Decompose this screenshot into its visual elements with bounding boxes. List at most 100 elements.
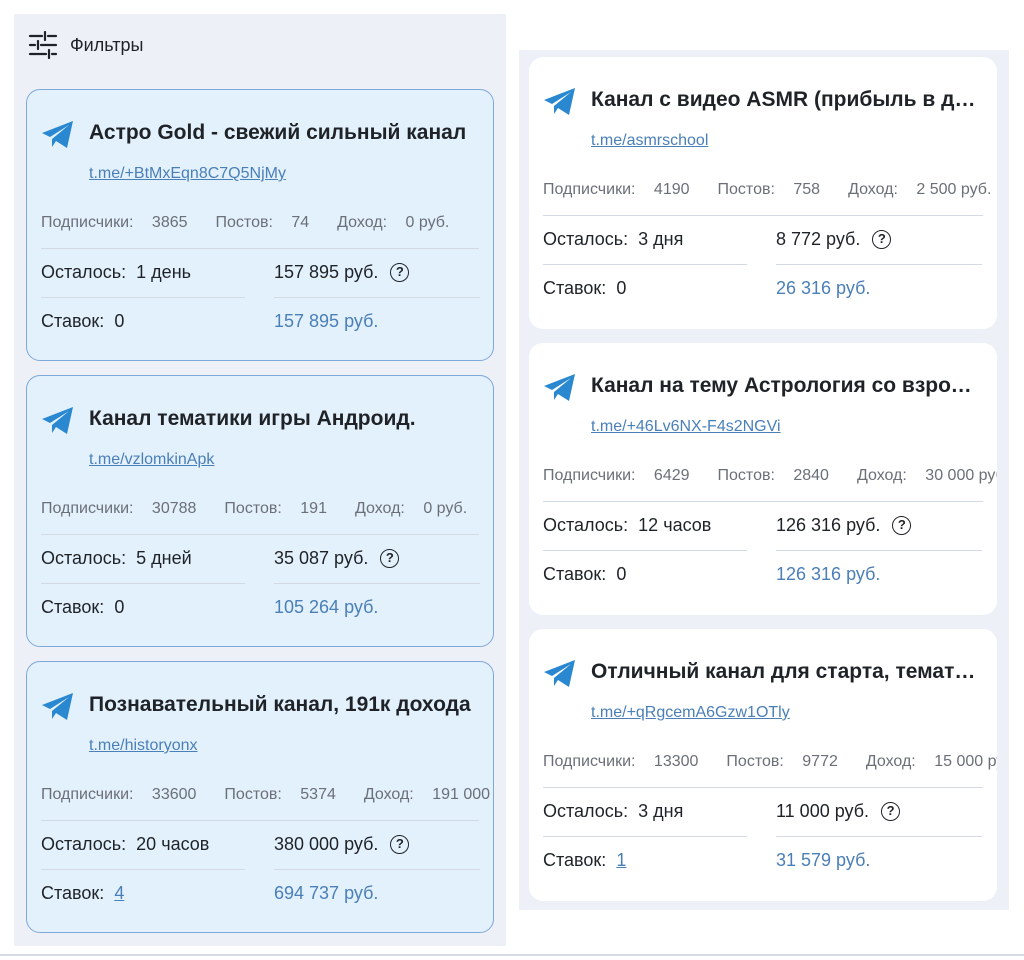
posts-stat: Постов: 2840 [718,467,843,484]
bids-label: Ставок: [543,850,607,870]
filters-button[interactable]: Фильтры [28,30,143,60]
current-price: 380 000 руб.? [274,834,410,855]
bids-link[interactable]: 1 [616,850,626,870]
remaining-value: 3 дня [638,229,684,249]
remaining-value: 12 часов [638,515,712,535]
time-remaining: Осталось: 3 дня [543,801,683,822]
channel-link[interactable]: t.me/+46Lv6NX-F4s2NGVi [591,418,781,436]
posts-stat: Постов: 74 [216,214,324,231]
price-value: 35 087 руб. [274,548,369,568]
bids-link[interactable]: 4 [114,883,124,903]
channel-link[interactable]: t.me/asmrschool [591,132,708,150]
bids-value: 0 [616,278,627,298]
channel-title: Канал на тему Астрология со взрослой ауд… [591,374,983,397]
posts-value: 5374 [300,786,336,803]
price-value: 126 316 руб. [776,515,881,535]
income-value: 0 руб. [423,500,468,517]
divider [41,583,245,584]
channel-link[interactable]: t.me/historyonx [89,737,197,755]
channel-link[interactable]: t.me/+qRgcemA6Gzw1OTly [591,704,790,722]
remaining-label: Осталось: [543,801,629,821]
sliders-icon [28,31,58,59]
remaining-label: Осталось: [543,515,629,535]
subscribers-stat: Подписчики: 33600 [41,786,210,803]
remaining-label: Осталось: [543,229,629,249]
channel-stats: Подписчики: 30788 Постов: 191 Доход: 0 руб… [41,500,493,518]
subscribers-label: Подписчики: [543,753,636,770]
channel-link[interactable]: t.me/+BtMxEqn8C7Q5NjMy [89,165,286,183]
current-price: 11 000 руб.? [776,801,901,822]
bid-price: 31 579 руб. [776,850,871,870]
telegram-icon [544,374,575,401]
remaining-label: Осталось: [41,548,127,568]
subscribers-value: 33600 [151,786,197,803]
posts-value: 74 [291,214,310,231]
subscribers-value: 3865 [151,214,188,231]
divider [543,501,983,502]
help-icon[interactable]: ? [892,516,912,535]
channel-card[interactable]: Канал с видео ASMR (прибыль в день) t.me… [529,57,997,329]
divider [776,836,982,837]
help-icon[interactable]: ? [390,263,410,282]
posts-stat: Постов: 5374 [224,786,349,803]
bids-value: 4 [114,883,124,903]
current-price: 126 316 руб.? [776,515,912,536]
income-stat: Доход: 0 руб. [355,500,481,517]
bids-count: Ставок: 4 [41,883,124,904]
channel-stats: Подписчики: 3865 Постов: 74 Доход: 0 руб. [41,214,477,232]
posts-label: Постов: [224,786,282,803]
time-remaining: Осталось: 5 дней [41,548,192,569]
divider [543,550,747,551]
price-value: 157 895 руб. [274,262,379,282]
telegram-icon [544,88,575,115]
bids-value: 1 [616,850,626,870]
income-stat: Доход: 30 000 руб. [857,467,997,484]
channel-link[interactable]: t.me/vzlomkinApk [89,451,214,469]
time-remaining: Осталось: 12 часов [543,515,711,536]
time-remaining: Осталось: 20 часов [41,834,209,855]
income-stat: Доход: 0 руб. [337,214,463,231]
channel-card[interactable]: Астро Gold - свежий сильный канал t.me/+… [26,89,494,361]
current-price: 8 772 руб.? [776,229,892,250]
subscribers-stat: Подписчики: 3865 [41,214,202,231]
income-stat: Доход: 2 500 руб. [848,181,997,198]
bids-label: Ставок: [543,564,607,584]
posts-label: Постов: [726,753,784,770]
income-value: 15 000 руб. [934,753,997,770]
bids-value: 0 [114,597,125,617]
income-label: Доход: [337,214,388,231]
channel-card[interactable]: Канал на тему Астрология со взрослой ауд… [529,343,997,615]
channel-card[interactable]: Канал тематики игры Андроид. t.me/vzlomk… [26,375,494,647]
bid-price: 105 264 руб. [274,597,379,617]
posts-stat: Постов: 758 [718,181,835,198]
subscribers-value: 13300 [653,753,699,770]
channel-stats: Подписчики: 13300 Постов: 9772 Доход: 15 0… [543,753,997,771]
telegram-icon [544,660,575,687]
time-remaining: Осталось: 1 день [41,262,191,283]
help-icon[interactable]: ? [380,549,400,568]
subscribers-label: Подписчики: [543,181,636,198]
subscribers-stat: Подписчики: 4190 [543,181,704,198]
channel-card[interactable]: Отличный канал для старта, тематика t.me… [529,629,997,901]
divider [41,534,479,535]
channel-card[interactable]: Познавательный канал, 191к дохода t.me/h… [26,661,494,933]
channel-title: Канал с видео ASMR (прибыль в день) [591,88,983,111]
help-icon[interactable]: ? [872,230,892,249]
bids-label: Ставок: [41,311,105,331]
posts-label: Постов: [717,181,775,198]
bids-count: Ставок: 0 [41,597,124,618]
remaining-value: 20 часов [136,834,210,854]
income-label: Доход: [865,753,916,770]
income-label: Доход: [856,467,907,484]
time-remaining: Осталось: 3 дня [543,229,683,250]
divider [543,836,747,837]
bids-value: 0 [114,311,125,331]
channel-title: Отличный канал для старта, тематика [591,660,983,683]
help-icon[interactable]: ? [390,835,410,854]
subscribers-stat: Подписчики: 13300 [543,753,712,770]
divider [543,787,983,788]
subscribers-label: Подписчики: [41,786,134,803]
bids-label: Ставок: [41,883,105,903]
help-icon[interactable]: ? [881,802,901,821]
remaining-label: Осталось: [41,262,127,282]
